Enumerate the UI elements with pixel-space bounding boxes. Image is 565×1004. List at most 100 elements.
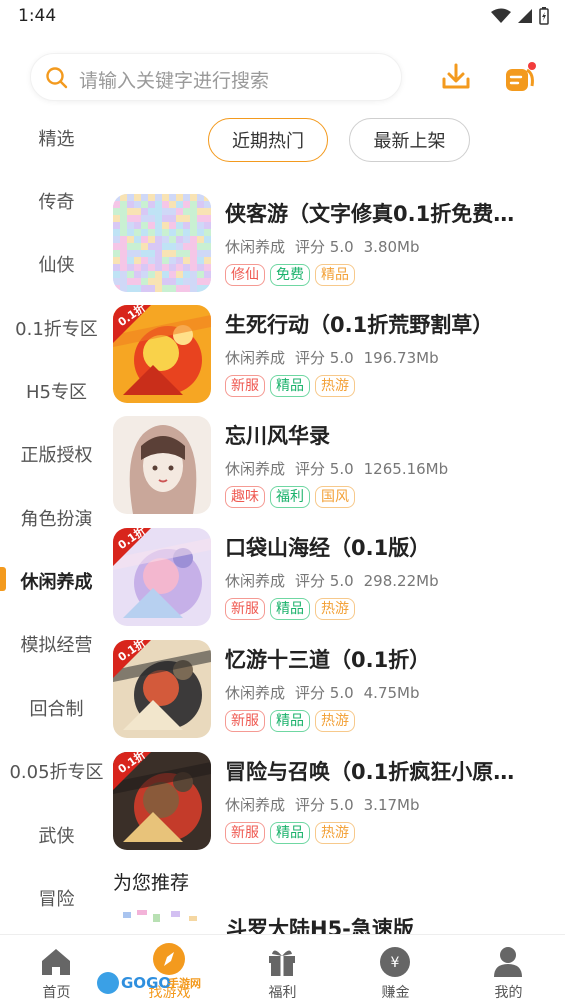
game-meta: 休闲养成 评分 5.0 298.22Mb bbox=[225, 570, 449, 591]
nav-mine[interactable]: 我的 bbox=[452, 935, 565, 1004]
game-rating: 评分 5.0 bbox=[295, 349, 354, 367]
game-tag: 精品 bbox=[270, 375, 310, 397]
game-tag: 精品 bbox=[315, 264, 355, 286]
svg-text:手游网: 手游网 bbox=[168, 976, 201, 990]
category-item[interactable]: 回合制 bbox=[0, 695, 113, 721]
game-title[interactable]: 忆游十三道（0.1折） bbox=[225, 644, 545, 674]
download-button[interactable] bbox=[436, 58, 476, 98]
game-title[interactable]: 冒险与召唤（0.1折疯狂小原… bbox=[225, 756, 545, 786]
category-item[interactable]: 休闲养成 bbox=[0, 568, 113, 594]
category-item[interactable]: 武侠 bbox=[0, 822, 113, 848]
tab-label: 最新上架 bbox=[373, 131, 446, 152]
game-genre: 休闲养成 bbox=[225, 238, 286, 256]
game-size: 298.22Mb bbox=[363, 572, 439, 590]
category-item[interactable]: 精选 bbox=[0, 125, 113, 151]
bottom-nav: 首页 找游戏 福利 ¥ 赚金 我的 bbox=[0, 934, 565, 1004]
wifi-icon bbox=[491, 8, 511, 23]
coin-icon: ¥ bbox=[380, 947, 410, 977]
game-meta: 休闲养成 评分 5.0 3.17Mb bbox=[225, 794, 430, 815]
search-icon bbox=[46, 67, 68, 89]
status-bar: 1:44 bbox=[0, 0, 565, 32]
game-thumbnail[interactable] bbox=[113, 194, 211, 292]
game-tags: 趣味 福利 国风 bbox=[225, 486, 355, 508]
category-item[interactable]: 0.1折专区 bbox=[0, 315, 113, 341]
game-thumbnail[interactable]: 0.1折 bbox=[113, 305, 211, 403]
category-item[interactable]: 角色扮演 bbox=[0, 505, 113, 531]
game-list-item[interactable]: 侠客游（文字修真0.1折免费… 休闲养成 评分 5.0 3.80Mb 修仙 免费 精品 bbox=[113, 194, 553, 306]
game-tags: 修仙 免费 精品 bbox=[225, 264, 355, 286]
game-tags: 新服 精品 热游 bbox=[225, 598, 355, 620]
tab-label: 近期热门 bbox=[232, 131, 304, 152]
recommend-section-title: 为您推荐 bbox=[113, 872, 190, 894]
game-tag: 免费 bbox=[270, 264, 310, 286]
game-meta: 休闲养成 评分 5.0 196.73Mb bbox=[225, 347, 449, 368]
game-thumbnail[interactable]: 0.1折 bbox=[113, 528, 211, 626]
category-item[interactable]: 传奇 bbox=[0, 188, 113, 214]
nav-label: 赚金 bbox=[381, 985, 410, 1001]
game-size: 4.75Mb bbox=[363, 684, 420, 702]
search-input[interactable]: 请输入关键字进行搜索 bbox=[30, 53, 402, 101]
status-icons bbox=[491, 7, 549, 25]
messages-button[interactable] bbox=[500, 58, 540, 98]
game-title[interactable]: 生死行动（0.1折荒野割草） bbox=[225, 309, 545, 339]
game-list-item[interactable]: 忘川风华录休闲养成 评分 5.0 1265.16Mb 趣味 福利 国风 bbox=[113, 416, 553, 528]
signal-icon bbox=[518, 9, 532, 23]
game-rating: 评分 5.0 bbox=[295, 238, 354, 256]
game-list-item[interactable]: 0.1折 生死行动（0.1折荒野割草） 休闲养成 评分 5.0 196.73Mb 新服 精品… bbox=[113, 305, 553, 417]
nav-welfare[interactable]: 福利 bbox=[226, 935, 339, 1004]
game-tag: 新服 bbox=[225, 822, 265, 844]
game-size: 196.73Mb bbox=[363, 349, 439, 367]
game-title[interactable]: 忘川风华录 bbox=[225, 420, 545, 450]
tab-new-arrivals[interactable]: 最新上架 bbox=[349, 118, 470, 162]
category-item[interactable]: 正版授权 bbox=[0, 441, 113, 467]
nav-label: 我的 bbox=[494, 985, 523, 1001]
game-list-item[interactable]: 0.1折 冒险与召唤（0.1折疯狂小原… 休闲养成 评分 5.0 3.17Mb 新服 精品热… bbox=[113, 752, 553, 864]
game-title[interactable]: 侠客游（文字修真0.1折免费… bbox=[225, 198, 545, 228]
game-tags: 新服 精品 热游 bbox=[225, 822, 355, 844]
svg-text:GOGO: GOGO bbox=[121, 974, 171, 992]
game-list-item[interactable]: 0.1折 忆游十三道（0.1折） 休闲养成 评分 5.0 4.75Mb 新服 精品 热游 bbox=[113, 640, 553, 752]
game-genre: 休闲养成 bbox=[225, 684, 286, 702]
game-tag: 国风 bbox=[315, 486, 355, 508]
category-item[interactable]: H5专区 bbox=[0, 378, 113, 404]
game-size: 1265.16Mb bbox=[363, 460, 449, 478]
category-item[interactable]: 模拟经营 bbox=[0, 631, 113, 657]
game-tag: 热游 bbox=[315, 598, 355, 620]
battery-icon bbox=[539, 7, 549, 25]
status-time: 1:44 bbox=[18, 6, 57, 26]
game-tag: 新服 bbox=[225, 598, 265, 620]
download-icon bbox=[442, 63, 470, 89]
game-title[interactable]: 口袋山海经（0.1版） bbox=[225, 532, 545, 562]
game-genre: 休闲养成 bbox=[225, 349, 286, 367]
svg-text:¥: ¥ bbox=[391, 955, 400, 971]
game-list-item[interactable]: 0.1折 口袋山海经（0.1版） 休闲养成 评分 5.0 298.22Mb 新服 精品 热游 bbox=[113, 528, 553, 640]
category-item[interactable]: 仙侠 bbox=[0, 251, 113, 277]
game-genre: 休闲养成 bbox=[225, 460, 286, 478]
search-placeholder: 请输入关键字进行搜索 bbox=[79, 70, 270, 92]
watermark-logo: GOGO 手游网 bbox=[96, 968, 208, 998]
game-size: 3.80Mb bbox=[363, 238, 420, 256]
game-thumbnail[interactable] bbox=[113, 416, 211, 514]
game-meta: 休闲养成 评分 5.0 1265.16Mb bbox=[225, 458, 458, 479]
game-tag: 福利 bbox=[270, 486, 310, 508]
game-tag: 热游 bbox=[315, 822, 355, 844]
tab-recent-hot[interactable]: 近期热门 bbox=[208, 118, 328, 162]
game-tags: 新服 精品 热游 bbox=[225, 710, 355, 732]
game-thumbnail[interactable]: 0.1折 bbox=[113, 752, 211, 850]
game-tag: 精品 bbox=[270, 822, 310, 844]
game-tag: 新服 bbox=[225, 710, 265, 732]
category-item[interactable]: 0.05折专区 bbox=[0, 758, 113, 784]
game-tag: 精品 bbox=[270, 598, 310, 620]
game-thumbnail[interactable]: 0.1折 bbox=[113, 640, 211, 738]
nav-label: 福利 bbox=[268, 985, 297, 1001]
nav-earn[interactable]: ¥ 赚金 bbox=[339, 935, 452, 1004]
game-rating: 评分 5.0 bbox=[295, 572, 354, 590]
home-icon bbox=[42, 949, 70, 975]
gift-icon bbox=[269, 950, 295, 976]
game-genre: 休闲养成 bbox=[225, 572, 286, 590]
game-rating: 评分 5.0 bbox=[295, 684, 354, 702]
game-tag: 热游 bbox=[315, 375, 355, 397]
game-tag: 精品 bbox=[270, 710, 310, 732]
recommend-thumbnail[interactable] bbox=[113, 908, 211, 934]
category-item[interactable]: 冒险 bbox=[0, 885, 113, 911]
